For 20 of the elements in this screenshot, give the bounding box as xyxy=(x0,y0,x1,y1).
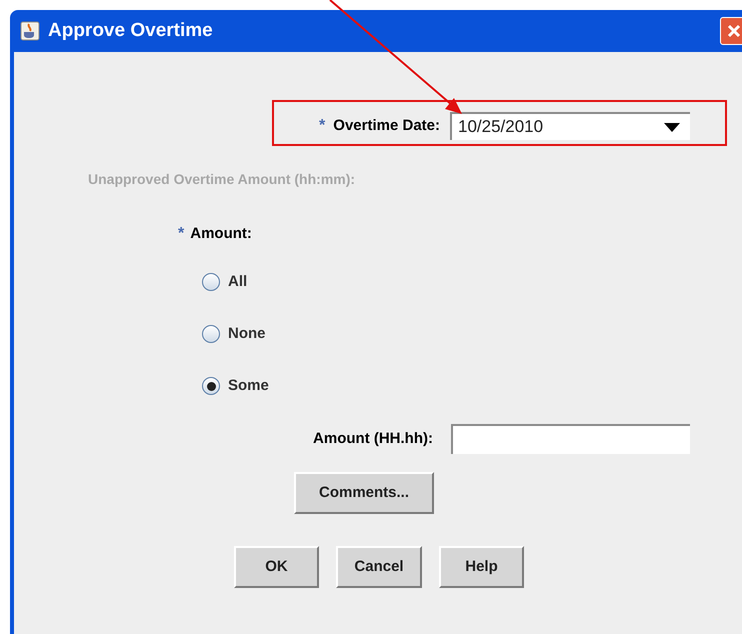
field-label: Overtime Date: xyxy=(333,116,440,136)
dialog-button[interactable]: Help xyxy=(439,546,524,588)
dialog-button[interactable]: Cancel xyxy=(336,546,422,588)
dropdown-caret-icon xyxy=(664,122,680,132)
required-mark: * xyxy=(178,224,184,244)
close-icon xyxy=(727,24,741,38)
radio-option[interactable]: All xyxy=(202,272,248,292)
section-label: Unapproved Overtime Amount (hh:mm): xyxy=(88,171,356,187)
window-title: Approve Overtime xyxy=(48,18,213,43)
amount-input[interactable] xyxy=(451,424,690,454)
radio-option[interactable]: Some xyxy=(202,376,269,396)
close-button[interactable] xyxy=(720,17,742,45)
date-dropdown[interactable]: 10/25/2010 xyxy=(450,112,690,140)
dialog-button[interactable]: OK xyxy=(234,546,319,588)
field-label: Amount: xyxy=(190,224,252,244)
radio-option[interactable]: None xyxy=(202,324,266,344)
dialog-button[interactable]: Comments... xyxy=(294,472,434,514)
field-label: Amount (HH.hh): xyxy=(313,428,433,449)
required-mark: * xyxy=(319,116,326,136)
coffee-cup-icon xyxy=(20,21,40,41)
